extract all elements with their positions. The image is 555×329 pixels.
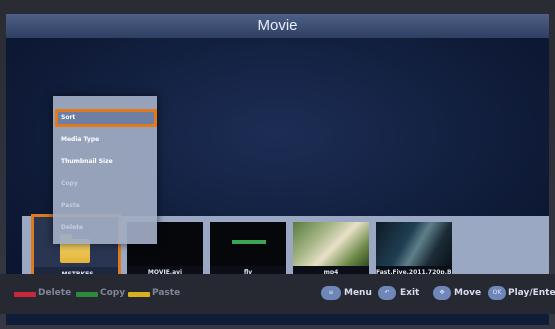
hint-move: Move — [454, 288, 482, 298]
footer-hints: Delete Copy Paste ≡ Menu ↶ Exit ✥ Move O… — [0, 274, 555, 314]
hint-copy: Copy — [100, 288, 126, 298]
video-thumbnail — [376, 222, 452, 266]
hint-play-enter: Play/Enter — [508, 288, 555, 298]
video-thumbnail — [210, 222, 286, 266]
video-thumbnail — [293, 222, 369, 266]
hint-delete: Delete — [38, 288, 72, 298]
menu-button-icon: ≡ — [321, 286, 341, 300]
hint-menu: Menu — [344, 288, 372, 298]
return-icon: ↶ — [378, 286, 396, 300]
menu-item-paste: Paste — [61, 202, 80, 209]
file-tile-flv[interactable]: flv — [210, 222, 286, 280]
yellow-key-icon — [128, 292, 150, 297]
green-key-icon — [76, 292, 98, 297]
file-tile-fast-five[interactable]: Fast.Five.2011.720p.B... — [376, 222, 452, 280]
menu-item-copy: Copy — [61, 180, 78, 187]
menu-item-thumbnail-size[interactable]: Thumbnail Size — [57, 155, 155, 169]
menu-item-delete: Delete — [61, 224, 84, 231]
menu-item-sort[interactable]: Sort — [55, 109, 157, 127]
dpad-icon: ✥ — [433, 286, 451, 300]
ok-button-icon: OK — [488, 286, 506, 300]
red-key-icon — [14, 292, 36, 297]
context-menu: Sort Media Type Thumbnail Size Copy Past… — [53, 96, 157, 244]
hint-paste: Paste — [152, 288, 181, 298]
hint-exit: Exit — [400, 288, 420, 298]
page-title: Movie — [257, 17, 298, 34]
title-bar: Movie — [6, 14, 549, 38]
menu-item-media-type[interactable]: Media Type — [57, 133, 155, 147]
tv-frame: Movie _MSTBKFS MOVIE.avi flv mp4 — [0, 0, 555, 329]
file-tile-mp4[interactable]: mp4 — [293, 222, 369, 280]
